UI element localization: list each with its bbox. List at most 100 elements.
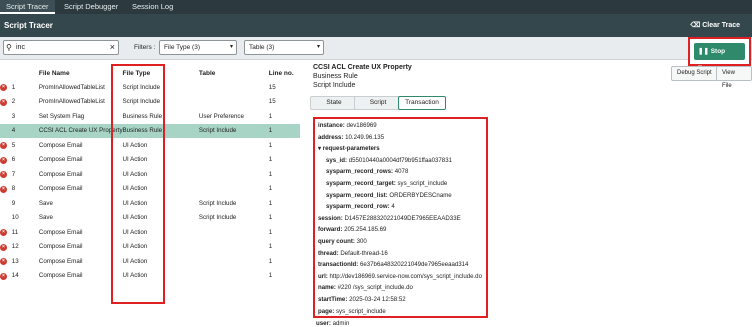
transaction-field: sysparm_record_list: ORDERBYDESCname: [326, 192, 452, 199]
debug-script-button[interactable]: Debug Script: [671, 66, 718, 81]
status-cell: ×: [0, 167, 12, 182]
tab-session-log[interactable]: Session Log: [126, 0, 179, 14]
search-value: inc: [16, 44, 25, 51]
line-no-cell: 1: [268, 228, 273, 236]
error-icon: ×: [0, 272, 7, 280]
transaction-field: url: http://dev186969.service-now.com/sy…: [318, 273, 482, 280]
file-name-cell: Compose Email: [38, 185, 83, 193]
filter-bar: ⚲ inc × Filters : File Type (3) ▾ Table …: [0, 37, 752, 60]
field-value: 4078: [394, 168, 409, 176]
status-cell: ×: [0, 254, 12, 269]
table-select[interactable]: Table (3) ▾: [244, 40, 324, 55]
field-value: 6e37b6a48320221049de7965eeaad314: [360, 261, 469, 269]
tab-state[interactable]: State: [310, 96, 358, 110]
header-num: [12, 67, 39, 80]
clear-trace-button[interactable]: ⌫ Clear Trace: [690, 21, 740, 29]
error-icon: ×: [0, 98, 7, 106]
table-cell: [199, 167, 269, 182]
num-cell: 7: [11, 170, 16, 178]
status-cell: ×: [0, 80, 12, 95]
line-no-cell: 1: [268, 112, 273, 120]
table-cell: Script Include: [198, 214, 237, 222]
status-cell: ×: [0, 269, 12, 284]
detail-subtitle-2: Script Include: [313, 82, 356, 89]
filters-label: Filters :: [134, 44, 156, 51]
num-cell: 4: [11, 123, 39, 138]
transaction-field: ▾ request-parameters: [318, 145, 380, 152]
error-icon: ×: [0, 243, 7, 251]
field-key: ▾ request-parameters: [318, 145, 380, 153]
field-key: sysparm_record_row:: [326, 203, 390, 211]
header-file-name[interactable]: File Name: [39, 67, 123, 80]
num-cell: 2: [11, 98, 16, 106]
clear-icon: ⌫: [690, 22, 703, 29]
table-cell: [199, 225, 269, 240]
file-name-cell: PromInAllowedTableList: [38, 83, 105, 91]
header-line-no[interactable]: Line no.: [269, 67, 300, 80]
view-file-button[interactable]: View File: [716, 66, 752, 89]
status-cell: [0, 109, 12, 124]
num-cell: 3: [11, 112, 16, 120]
line-no-cell: 1: [268, 123, 300, 138]
num-cell: 10: [11, 214, 19, 222]
field-value: sys_script_include: [397, 180, 448, 187]
page-header: Script Tracer ⌫ Clear Trace: [0, 14, 752, 37]
file-name-cell: Compose Email: [38, 141, 83, 149]
field-value: 300: [356, 238, 367, 245]
status-cell: ×: [0, 225, 12, 240]
line-no-cell: 15: [268, 83, 276, 91]
tab-script-debugger[interactable]: Script Debugger: [58, 0, 124, 14]
file-type-highlight: [111, 64, 165, 304]
line-no-cell: 1: [268, 185, 273, 193]
detail-title: CCSI ACL Create UX Property: [313, 64, 412, 71]
line-no-cell: 15: [268, 98, 276, 106]
search-input[interactable]: ⚲ inc ×: [3, 40, 119, 55]
num-cell: 9: [11, 199, 16, 207]
transaction-field: sysparm_record_target: sys_script_includ…: [326, 180, 447, 187]
field-key: sysparm_record_target:: [326, 180, 396, 187]
file-name-cell: Compose Email: [38, 156, 83, 164]
tab-script[interactable]: Script: [354, 96, 402, 110]
transaction-field: session: D1457E288320221049DE7965EEAAD33…: [318, 215, 461, 222]
file-name-cell: Compose Email: [38, 257, 83, 265]
transaction-field: forward: 205.254.185.69: [318, 226, 386, 233]
table-cell: Script Include: [198, 123, 269, 138]
file-type-select[interactable]: File Type (3) ▾: [159, 40, 237, 55]
error-icon: ×: [0, 229, 7, 237]
table-value: Table (3): [249, 44, 275, 51]
header-status: [0, 67, 12, 80]
table-cell: [199, 254, 269, 269]
status-cell: ×: [0, 240, 12, 255]
transaction-field: instance: dev186969: [318, 122, 377, 129]
detail-subtitle-1: Business Rule: [313, 73, 358, 80]
line-no-cell: 1: [268, 214, 273, 222]
transaction-field: address: 10.249.96.135: [318, 134, 384, 141]
status-cell: ×: [0, 95, 12, 110]
transaction-panel: instance: dev186969 address: 10.249.96.13…: [313, 117, 488, 318]
clear-search-icon[interactable]: ×: [110, 42, 115, 52]
clear-trace-label: Clear Trace: [702, 22, 740, 29]
transaction-field: name: #220 /sys_script_include.do: [318, 284, 413, 291]
tab-transaction[interactable]: Transaction: [398, 96, 446, 110]
chevron-down-icon: ▾: [229, 44, 233, 50]
file-name-cell: Compose Email: [38, 272, 83, 280]
field-key: forward:: [318, 226, 343, 234]
stop-tracer-button[interactable]: ❚❚ Stop Tracer: [694, 43, 745, 72]
file-type-value: File Type (3): [164, 44, 201, 51]
num-cell: 1: [11, 83, 16, 91]
field-key: address:: [318, 133, 344, 141]
field-value: #220 /sys_script_include.do: [337, 284, 413, 292]
error-icon: ×: [0, 84, 7, 92]
table-cell: [199, 95, 269, 110]
tab-script-tracer[interactable]: Script Tracer: [0, 0, 55, 14]
field-key: sys_id:: [326, 156, 348, 164]
transaction-field: query count: 300: [318, 238, 367, 245]
file-name-cell: Save: [38, 214, 53, 222]
status-cell: ×: [0, 182, 12, 197]
table-cell: User Preference: [198, 112, 244, 120]
header-table[interactable]: Table: [199, 67, 269, 80]
field-key: sysparm_record_rows:: [326, 168, 394, 176]
field-value: d55010440a0004df79b951ffaa037831: [348, 156, 452, 164]
status-cell: [0, 211, 12, 226]
field-value: 10.249.96.135: [345, 133, 385, 141]
